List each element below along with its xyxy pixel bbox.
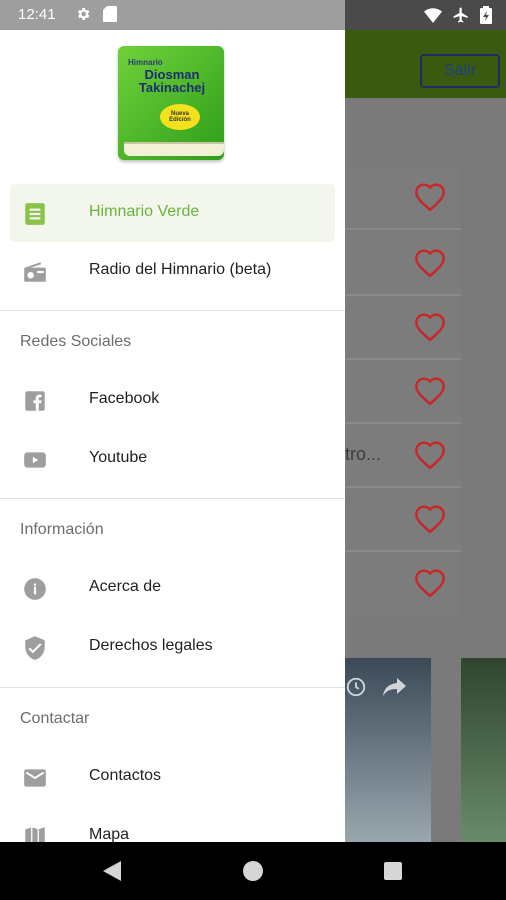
home-icon[interactable] (243, 861, 263, 881)
list-item-text: tro... (345, 444, 382, 464)
video-thumbnail[interactable] (461, 658, 506, 842)
heart-icon[interactable] (413, 376, 447, 411)
map-icon (22, 824, 48, 842)
drawer-item-derechos-legales[interactable]: Derechos legales (0, 618, 345, 676)
back-icon[interactable] (103, 861, 121, 886)
share-icon (381, 676, 407, 703)
section-redes-sociales: Redes Sociales (20, 333, 132, 350)
clock-icon (345, 676, 367, 703)
drawer-item-mapa[interactable]: Mapa (0, 807, 345, 842)
wifi-icon (424, 7, 442, 28)
list-item[interactable] (345, 552, 461, 616)
logo-small-text: Himnario (128, 58, 163, 67)
list-item[interactable] (345, 296, 461, 360)
sd-card-icon (103, 6, 117, 27)
section-contactar: Contactar (20, 710, 90, 727)
shield-check-icon (22, 635, 48, 661)
drawer-item-facebook[interactable]: Facebook (0, 371, 345, 429)
list-item[interactable] (345, 360, 461, 424)
section-informacion: Información (20, 521, 104, 538)
recents-icon[interactable] (384, 862, 402, 880)
drawer-item-himnario-verde[interactable]: Himnario Verde (10, 184, 335, 242)
youtube-icon (22, 447, 48, 473)
battery-icon (480, 6, 492, 29)
divider (0, 687, 345, 688)
drawer-item-radio[interactable]: Radio del Himnario (beta) (0, 242, 345, 300)
drawer-item-label: Mapa (89, 826, 130, 842)
logo-title: Diosman Takinachej (138, 67, 206, 95)
facebook-icon (22, 388, 48, 414)
airplane-icon (452, 6, 470, 29)
navigation-drawer: Himnario Diosman Takinachej Nueva Edició… (0, 30, 345, 842)
list-item[interactable]: tro... (345, 424, 461, 488)
app-logo: Himnario Diosman Takinachej Nueva Edició… (118, 46, 224, 160)
exit-button[interactable]: Salir (420, 54, 500, 88)
drawer-item-label: Youtube (89, 449, 148, 466)
logo-badge: Nueva Edición (160, 104, 200, 130)
status-time: 12:41 (18, 6, 56, 23)
drawer-item-label: Acerca de (89, 578, 162, 595)
divider (0, 310, 345, 311)
video-cards (345, 658, 506, 842)
heart-icon[interactable] (413, 504, 447, 539)
heart-icon[interactable] (413, 248, 447, 283)
info-icon (22, 576, 48, 602)
divider (0, 498, 345, 499)
status-bar: 12:41 (0, 0, 506, 30)
drawer-item-acerca-de[interactable]: Acerca de (0, 559, 345, 617)
video-thumbnail[interactable] (345, 658, 431, 842)
book-icon (22, 201, 48, 227)
mail-icon (22, 765, 48, 791)
system-nav-bar (0, 842, 506, 900)
drawer-item-label: Derechos legales (89, 637, 213, 654)
list-item[interactable] (345, 232, 461, 296)
heart-icon[interactable] (413, 182, 447, 217)
drawer-item-label: Facebook (89, 390, 160, 407)
heart-icon[interactable] (413, 312, 447, 347)
drawer-item-label: Contactos (89, 767, 162, 784)
radio-icon (22, 259, 48, 285)
list-item[interactable] (345, 166, 461, 230)
gear-icon (75, 6, 91, 27)
heart-icon[interactable] (413, 568, 447, 603)
drawer-item-contactos[interactable]: Contactos (0, 748, 345, 806)
list-item[interactable] (345, 488, 461, 552)
drawer-item-label: Himnario Verde (89, 203, 200, 220)
logo-book-pages (124, 142, 224, 156)
drawer-item-label: Radio del Himnario (beta) (89, 261, 272, 278)
drawer-item-youtube[interactable]: Youtube (0, 430, 345, 488)
heart-icon[interactable] (413, 440, 447, 475)
